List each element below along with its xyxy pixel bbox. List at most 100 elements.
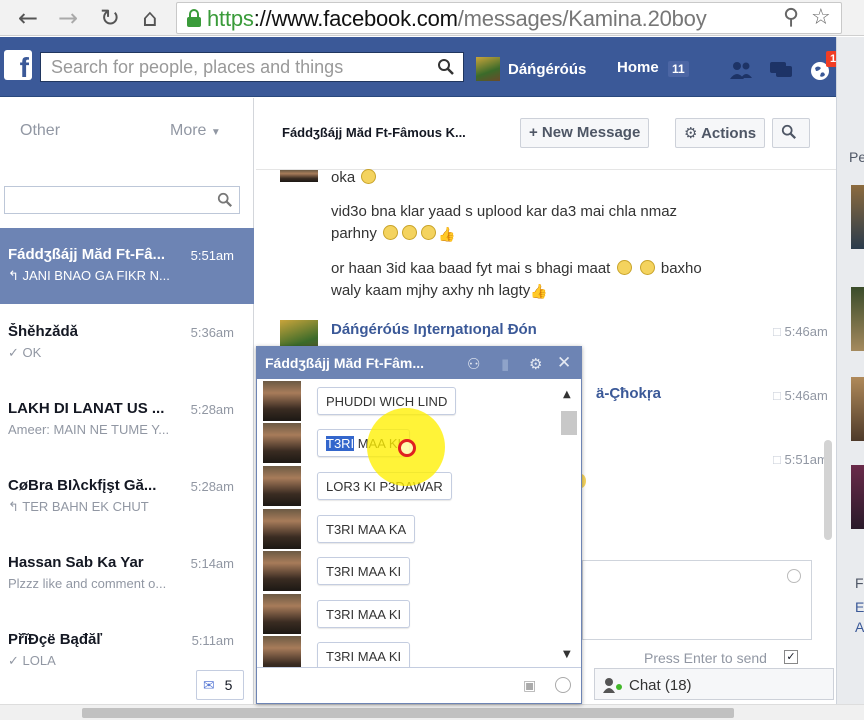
chat-sidebar-toggle[interactable]: Chat (18) [594, 668, 834, 700]
chat-label: Chat (18) [629, 677, 692, 694]
chat-bubble-icon: ✉ [203, 678, 215, 694]
online-friends-icon [603, 678, 622, 693]
scrollbar-thumb[interactable] [561, 411, 577, 435]
sidebar-thumbnail[interactable] [851, 465, 864, 529]
smiley-icon [616, 260, 632, 275]
smiley-icon [402, 225, 418, 240]
thread-name: Fáddʒßájj Măd Ft-Fâ... [8, 246, 166, 263]
home-link[interactable]: Home [617, 59, 659, 76]
zoom-icon[interactable]: ⚲ [783, 5, 799, 30]
more-dropdown[interactable]: More ▼ [170, 122, 221, 140]
chat-message: T3RI MAA KI [261, 636, 551, 667]
message-text: parhny 👍 [331, 225, 456, 243]
sidebar-link[interactable]: E [855, 599, 864, 615]
address-bar[interactable]: https://www.facebook.com/messages/Kamina… [176, 2, 842, 34]
actions-label: Actions [701, 125, 757, 142]
press-enter-hint: Press Enter to send [644, 650, 767, 666]
avatar [263, 551, 301, 591]
add-friends-icon[interactable]: ⚇ [467, 355, 480, 373]
message-sender[interactable]: ä-Çħokŗa [596, 385, 661, 402]
arrow-left-icon[interactable]: ← [14, 4, 42, 32]
user-name: Dáńgéróús [508, 60, 587, 78]
sidebar-text: F [855, 575, 864, 591]
horizontal-scrollbar[interactable] [0, 704, 864, 720]
chat-window-scrollbar[interactable]: ▲ ▼ [561, 385, 577, 660]
search-input[interactable] [41, 53, 431, 81]
bookmark-star-icon[interactable]: ☆ [811, 5, 831, 30]
avatar [263, 381, 301, 421]
chat-bubble: PHUDDI WICH LIND [317, 387, 457, 415]
url-text: https://www.facebook.com/messages/Kamina… [207, 6, 707, 31]
chat-window-title[interactable]: Fáddʒßájj Măd Ft-Fâm... [265, 355, 424, 371]
thread-preview: Ameer: MAIN NE TUME Y... [8, 422, 170, 437]
chat-message: T3RI MAA KI [261, 551, 551, 591]
thread-preview: ✓ OK [8, 345, 42, 360]
thread-name: CøBra BIλckfįşt Gă... [8, 477, 157, 494]
sidebar-link[interactable]: A [855, 619, 864, 635]
thread-name: Hassan Sab Ka Yar [8, 554, 144, 571]
camera-icon[interactable]: ▣ [523, 678, 536, 694]
arrow-right-icon[interactable]: → [54, 4, 82, 32]
chat-window-header[interactable]: Fáddʒßájj Măd Ft-Fâm... ⚇ ▮ ⚙ ✕ [257, 347, 581, 379]
sidebar-thumbnail[interactable] [851, 287, 864, 351]
chat-bubble: T3RI MAA KI [317, 557, 411, 585]
thread-time: 5:28am [190, 402, 234, 417]
mouse-cursor-icon [398, 439, 416, 457]
sidebar-heading: Pe [849, 149, 864, 165]
emoticon-icon[interactable] [787, 569, 801, 583]
gear-icon: ⚙ [684, 124, 698, 142]
smiley-icon [383, 225, 399, 240]
thread-time: 5:11am [191, 633, 234, 648]
actions-button[interactable]: ⚙ Actions [675, 118, 766, 148]
reply-textarea[interactable] [582, 560, 812, 640]
scroll-up-icon[interactable]: ▲ [563, 389, 571, 400]
search-icon[interactable] [437, 58, 455, 76]
gear-icon[interactable]: ⚙ [529, 355, 542, 373]
message-scrollbar[interactable] [824, 440, 832, 540]
reload-icon[interactable]: ↻ [96, 4, 124, 32]
thread-item[interactable]: Hassan Sab Ka Yar 5:14am Plzzz like and … [0, 536, 254, 612]
thread-item[interactable]: CøBra BIλckfįşt Gă... 5:28am ↰ TER BAHN … [0, 459, 254, 535]
conversation-header: Fáddʒßájj Măd Ft-Fâmous K... + New Messa… [256, 98, 836, 170]
avatar [476, 57, 500, 81]
emoticon-icon[interactable] [555, 677, 571, 693]
thread-search-input[interactable] [4, 186, 240, 214]
message-sender[interactable]: Dáńgéróús Iŋterŋatıoŋal Đón [331, 321, 537, 338]
facebook-logo[interactable]: f [4, 50, 32, 80]
friend-requests-icon[interactable] [728, 59, 754, 81]
chat-message: T3RI MAA KI [261, 594, 551, 634]
home-icon[interactable]: ⌂ [136, 4, 164, 32]
thread-preview: ✓ LOLA [8, 653, 56, 668]
conversation-search-button[interactable] [772, 118, 810, 148]
message-text: or haan 3id kaa baad fyt mai s bhagi maa… [331, 260, 702, 277]
new-message-button[interactable]: + New Message [520, 118, 650, 148]
sidebar-thumbnail[interactable] [851, 185, 864, 249]
scrollbar-thumb[interactable] [82, 708, 734, 718]
thread-name: PřĩĐçë Bąđăľ [8, 631, 103, 648]
thread-preview: Plzzz like and comment o... [8, 576, 167, 591]
messages-icon[interactable] [768, 59, 794, 81]
sidebar-thumbnail[interactable] [851, 377, 864, 441]
chat-count-button[interactable]: ✉ 5 [196, 670, 244, 700]
thread-time: 5:36am [190, 325, 234, 340]
avatar [280, 170, 318, 182]
facebook-header: f Dáńgéróús Home 11 1 [0, 37, 840, 97]
thread-time: 5:28am [190, 479, 234, 494]
press-enter-checkbox[interactable]: ✓ [784, 650, 798, 664]
thumbs-up-icon: 👍 [438, 227, 456, 243]
thread-item[interactable]: Fáddʒßájj Măd Ft-Fâ... 5:51am ↰ JANI BNA… [0, 228, 254, 304]
thread-list-panel: Other More ▼ Fáddʒßájj Măd Ft-Fâ... 5:51… [0, 98, 254, 720]
thread-time: 5:51am [190, 248, 234, 263]
chat-window-input[interactable]: ▣ [257, 667, 581, 703]
thread-item[interactable]: LAKH DI LANAT US ... 5:28am Ameer: MAIN … [0, 382, 254, 458]
scroll-down-icon[interactable]: ▼ [563, 649, 571, 660]
close-icon[interactable]: ✕ [557, 353, 571, 373]
other-folder-link[interactable]: Other [20, 122, 60, 140]
avatar [263, 466, 301, 506]
thread-time: 5:14am [190, 556, 234, 571]
message-text: oka [331, 169, 378, 186]
chevron-down-icon: ▼ [210, 127, 221, 138]
profile-link[interactable]: Dáńgéróús [476, 57, 586, 81]
thread-item[interactable]: Šhěhzǎdǎ 5:36am ✓ OK [0, 305, 254, 381]
video-call-icon[interactable]: ▮ [501, 355, 509, 373]
